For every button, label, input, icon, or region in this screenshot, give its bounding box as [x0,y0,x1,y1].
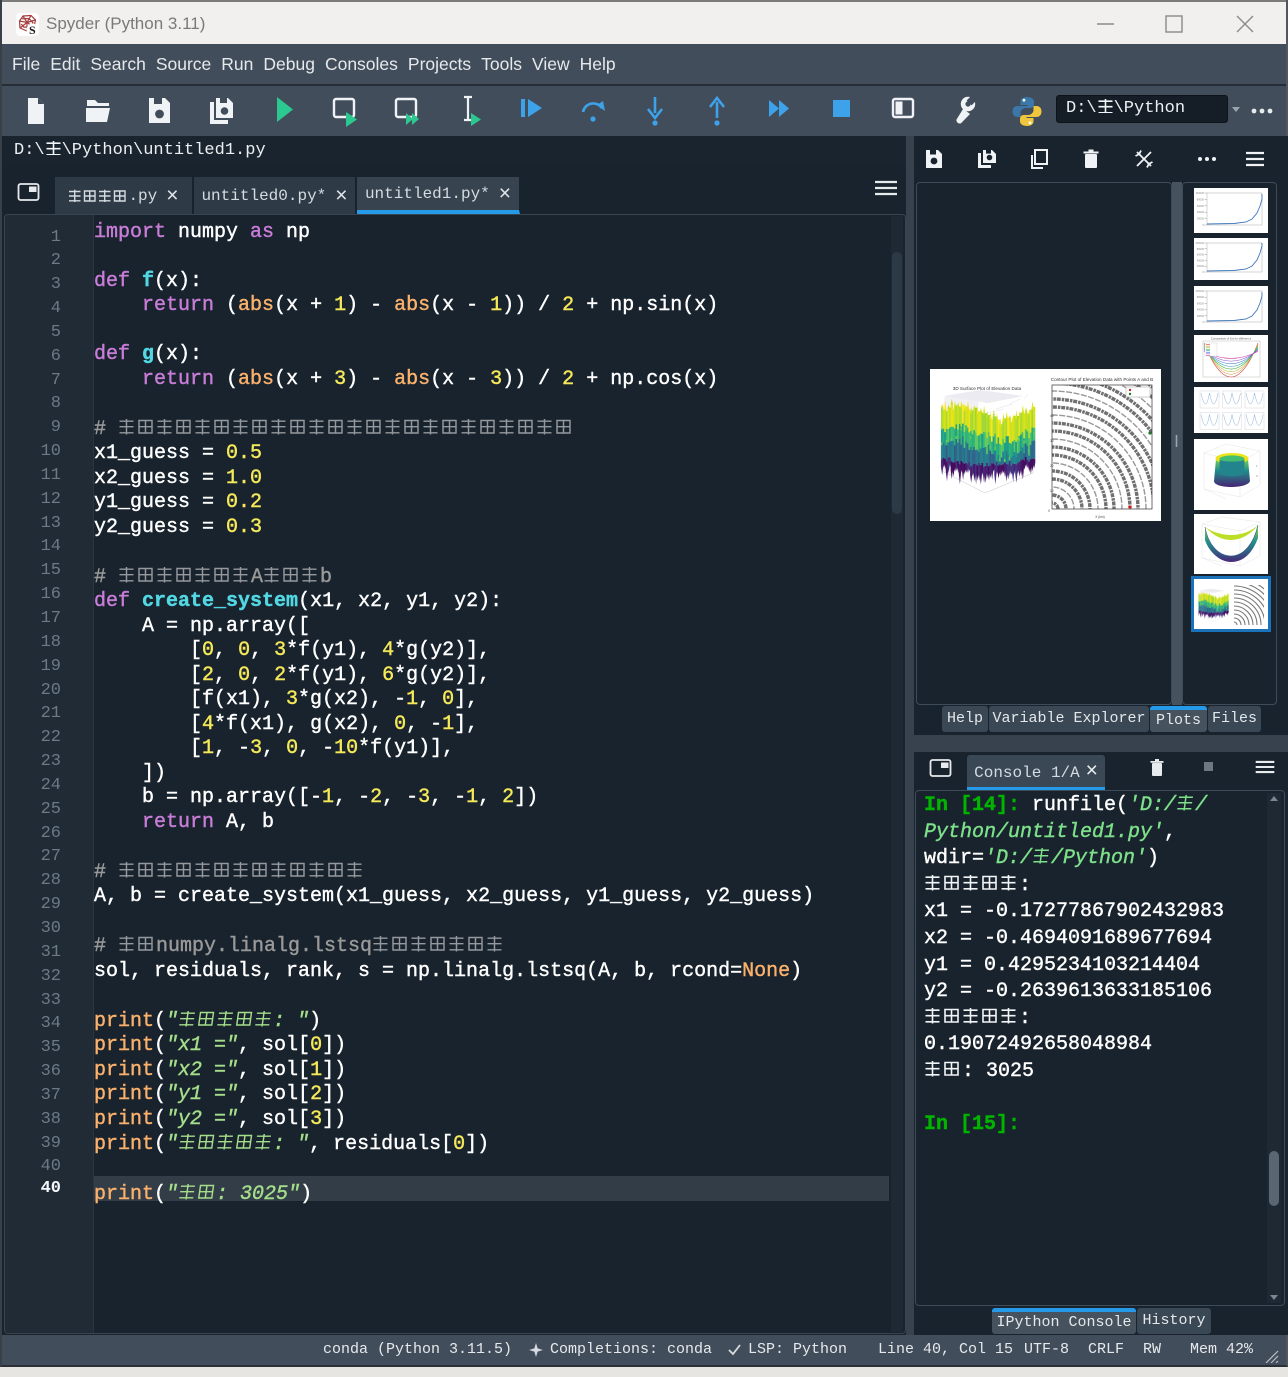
svg-text:10: 10 [1050,489,1054,493]
svg-text:40000: 40000 [1197,210,1205,214]
svg-text:40000: 40000 [1197,308,1205,312]
svg-text:Comparison of f(x) for differe: Comparison of f(x) for different a [1211,337,1252,341]
svg-text:S: S [29,23,36,36]
svg-text:20: 20 [1050,464,1054,468]
svg-text:80000: 80000 [1197,295,1205,299]
svg-text:100000: 100000 [1195,191,1204,195]
svg-text:40: 40 [1050,414,1054,418]
svg-text:80000: 80000 [1197,197,1205,201]
svg-text:0: 0 [1048,509,1050,513]
svg-text:100000: 100000 [1195,241,1204,245]
svg-text:Contour Plot of Elevation Data: Contour Plot of Elevation Data with Poin… [1051,377,1153,382]
svg-text:X (km): X (km) [1095,515,1104,519]
svg-text:80000: 80000 [1197,247,1205,251]
svg-text:30: 30 [1050,439,1054,443]
svg-text:100000: 100000 [1195,289,1204,293]
svg-text:60000: 60000 [1197,253,1205,257]
svg-text:20000: 20000 [1197,217,1205,221]
svg-text:60000: 60000 [1197,204,1205,208]
svg-text:20000: 20000 [1197,314,1205,318]
svg-text:20000: 20000 [1197,264,1205,268]
svg-text:40000: 40000 [1197,258,1205,262]
svg-text:60000: 60000 [1197,301,1205,305]
svg-text:3D Surface Plot of Elevation D: 3D Surface Plot of Elevation Data [953,386,1022,391]
